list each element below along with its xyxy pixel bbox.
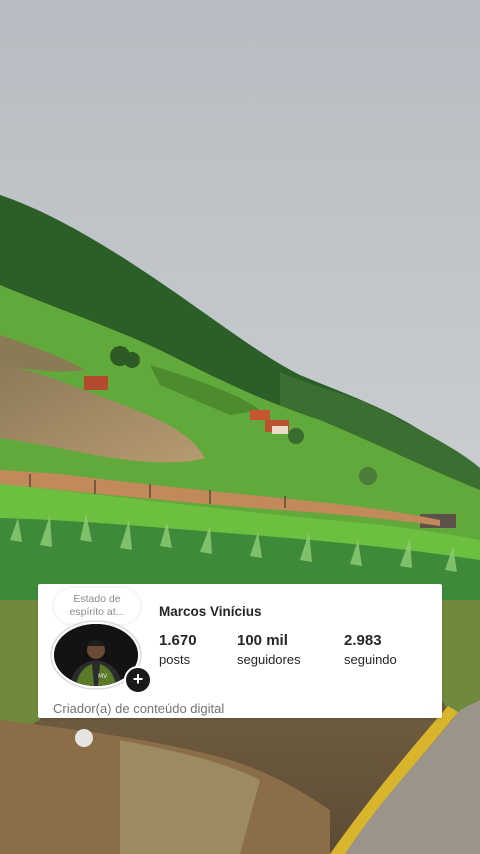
add-story-button[interactable]: + <box>124 666 152 694</box>
note-text: Estado de espírito at... <box>69 593 125 618</box>
stat-followers[interactable]: 100 mil seguidores <box>237 632 301 667</box>
following-label: seguindo <box>344 652 397 667</box>
landscape-photo <box>0 0 480 854</box>
background-photo <box>0 0 480 854</box>
avatar-container[interactable]: MV + <box>50 620 152 694</box>
stat-following[interactable]: 2.983 seguindo <box>344 632 397 667</box>
stat-posts[interactable]: 1.670 posts <box>159 632 197 667</box>
following-count: 2.983 <box>344 632 382 649</box>
note-bubble[interactable]: Estado de espírito at... <box>54 588 140 624</box>
posts-label: posts <box>159 652 191 667</box>
profile-username: Marcos Vinícius <box>159 604 262 619</box>
svg-text:MV: MV <box>98 673 108 680</box>
followers-label: seguidores <box>237 652 301 667</box>
followers-count: 100 mil <box>237 632 288 649</box>
plus-icon: + <box>132 669 144 689</box>
profile-category: Criador(a) de conteúdo digital <box>53 701 225 716</box>
posts-count: 1.670 <box>159 632 197 649</box>
profile-card: Estado de espírito at... MV + Marcos Vin… <box>38 584 442 718</box>
